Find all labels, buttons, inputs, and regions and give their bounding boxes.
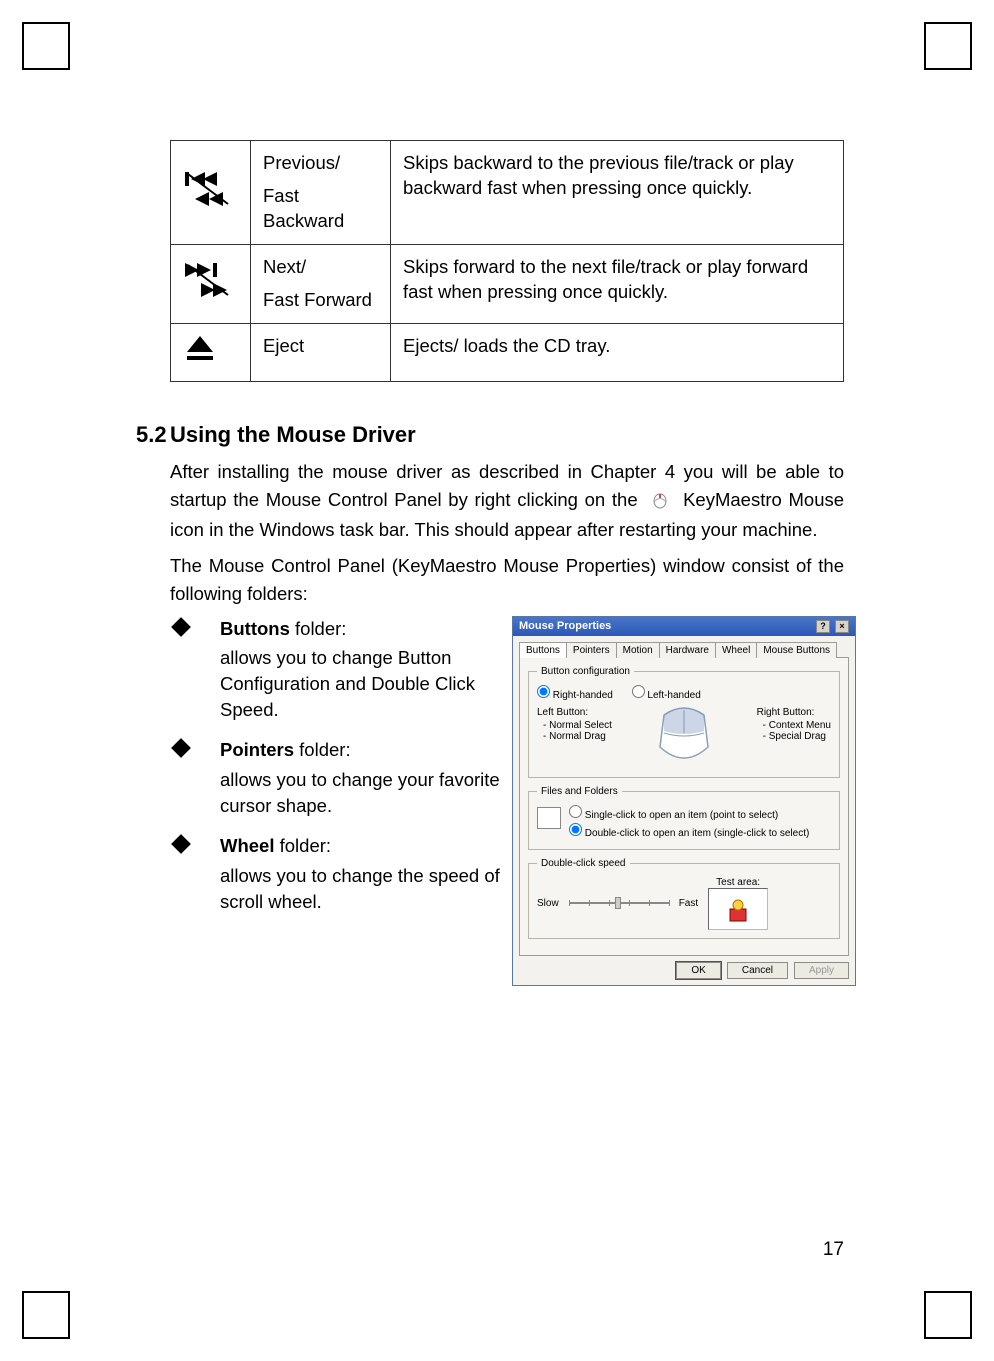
radio-single-click[interactable]: Single-click to open an item (point to s… [569, 805, 809, 823]
tab-wheel[interactable]: Wheel [715, 642, 757, 658]
diamond-bullet-icon [171, 617, 191, 637]
tab-bar: Buttons Pointers Motion Hardware Wheel M… [519, 642, 849, 658]
tab-pointers[interactable]: Pointers [566, 642, 617, 658]
previous-label: Previous/ Fast Backward [251, 141, 391, 245]
eject-icon [171, 323, 251, 381]
mouse-graphic [644, 707, 724, 769]
radio-double-click[interactable]: Double-click to open an item (single-cli… [569, 823, 809, 841]
media-key-table: Previous/ Fast Backward Skips backward t… [170, 140, 844, 382]
files-folders-group: Files and Folders Single-click to open a… [528, 786, 840, 850]
section-heading: 5.2Using the Mouse Driver [136, 422, 844, 448]
crop-mark [924, 1291, 972, 1339]
page-content: Previous/ Fast Backward Skips backward t… [170, 140, 844, 986]
speed-slider[interactable] [569, 896, 669, 910]
tab-buttons[interactable]: Buttons [519, 642, 567, 658]
page-number: 17 [823, 1239, 844, 1261]
crop-mark [22, 1291, 70, 1339]
paragraph-1: After installing the mouse driver as des… [170, 458, 844, 544]
diamond-bullet-icon [171, 738, 191, 758]
next-icon [171, 244, 251, 323]
tab-motion[interactable]: Motion [616, 642, 660, 658]
table-row: Eject Ejects/ loads the CD tray. [171, 323, 844, 381]
list-item: Buttons folder: allows you to change But… [170, 616, 500, 724]
previous-icon [171, 141, 251, 245]
right-button-info: Right Button: Context Menu Special Drag [757, 707, 831, 742]
screenshot-column: Mouse Properties ? × Buttons Pointers Mo… [512, 616, 856, 986]
test-area: Test area: [708, 877, 768, 930]
paragraph-2: The Mouse Control Panel (KeyMaestro Mous… [170, 552, 844, 608]
close-icon[interactable]: × [835, 620, 849, 633]
next-label: Next/ Fast Forward [251, 244, 391, 323]
list-item: Wheel folder: allows you to change the s… [170, 833, 500, 915]
dialog-title: Mouse Properties [519, 620, 611, 632]
eject-desc: Ejects/ loads the CD tray. [391, 323, 844, 381]
slow-label: Slow [537, 898, 559, 909]
previous-desc: Skips backward to the previous file/trac… [391, 141, 844, 245]
dialog-titlebar: Mouse Properties ? × [513, 617, 855, 636]
dialog-button-row: OK Cancel Apply [513, 956, 855, 985]
diamond-bullet-icon [171, 834, 191, 854]
bullet-list-column: Buttons folder: allows you to change But… [170, 616, 500, 986]
double-click-speed-group: Double-click speed Slow [528, 858, 840, 939]
tab-hardware[interactable]: Hardware [659, 642, 716, 658]
crop-mark [22, 22, 70, 70]
folder-icon [537, 807, 561, 829]
table-row: Next/ Fast Forward Skips forward to the … [171, 244, 844, 323]
left-button-info: Left Button: Normal Select Normal Drag [537, 707, 612, 742]
table-row: Previous/ Fast Backward Skips backward t… [171, 141, 844, 245]
eject-label: Eject [251, 323, 391, 381]
apply-button[interactable]: Apply [794, 962, 849, 979]
button-config-group: Button configuration Right-handed Left-h… [528, 666, 840, 778]
radio-left-handed[interactable]: Left-handed [632, 690, 701, 701]
list-item: Pointers folder: allows you to change yo… [170, 737, 500, 819]
radio-right-handed[interactable]: Right-handed [537, 690, 613, 701]
cancel-button[interactable]: Cancel [727, 962, 788, 979]
next-desc: Skips forward to the next file/track or … [391, 244, 844, 323]
jack-in-box-icon[interactable] [708, 888, 768, 930]
crop-mark [924, 22, 972, 70]
help-icon[interactable]: ? [816, 620, 830, 633]
keymaestro-icon [650, 489, 670, 517]
mouse-properties-dialog: Mouse Properties ? × Buttons Pointers Mo… [512, 616, 856, 986]
ok-button[interactable]: OK [676, 962, 720, 979]
fast-label: Fast [679, 898, 698, 909]
tab-mouse-buttons[interactable]: Mouse Buttons [756, 642, 837, 658]
